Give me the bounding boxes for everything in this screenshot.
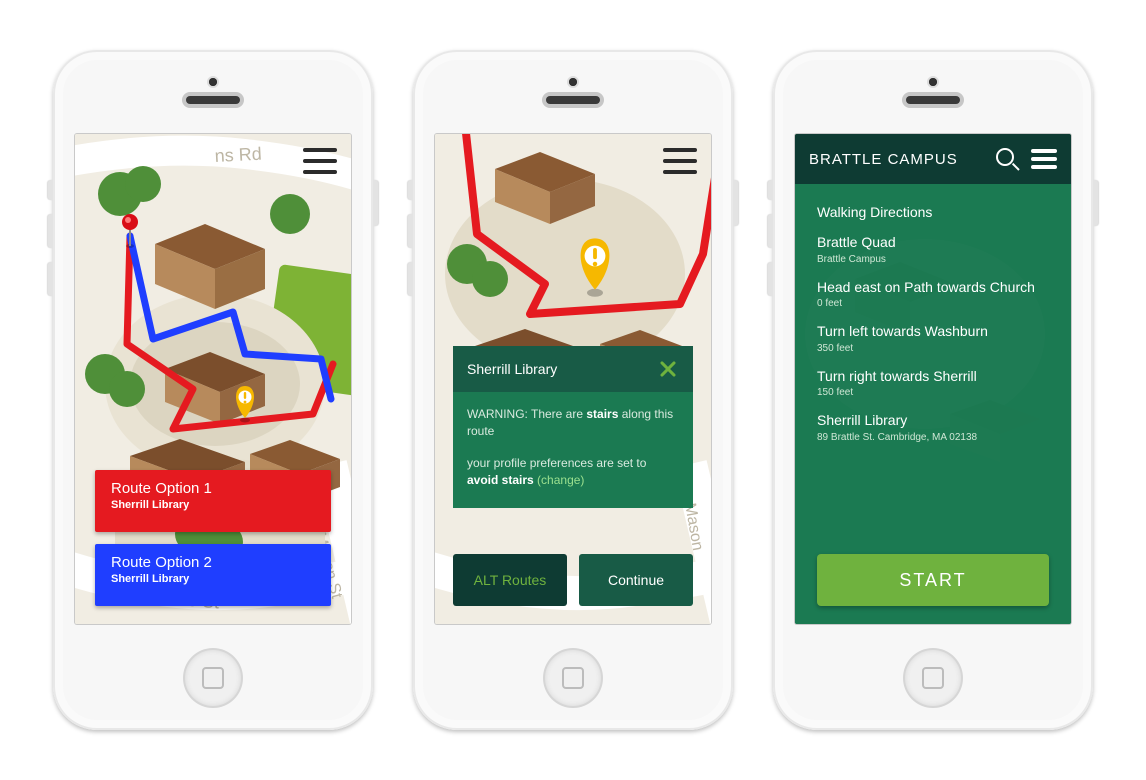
route-title: Route Option 2	[111, 554, 315, 571]
route-subtitle: Sherrill Library	[111, 573, 315, 585]
screen-route-warning: Brattle St Mason	[435, 134, 711, 624]
close-icon[interactable]	[657, 358, 679, 380]
directions-section-title: Walking Directions	[817, 204, 1049, 220]
hamburger-menu-icon[interactable]	[303, 148, 337, 174]
screen-route-options: ns Rd Brattle St Mason St	[75, 134, 351, 624]
warning-sheet: Sherrill Library WARNING: There are stai…	[453, 346, 693, 508]
direction-step: Turn right towards Sherrill 150 feet	[817, 368, 1049, 399]
phone-side-buttons	[408, 180, 413, 310]
change-preferences-link[interactable]: (change)	[537, 473, 584, 487]
phone-speaker	[186, 96, 240, 104]
directions-panel: Walking Directions Brattle Quad Brattle …	[795, 184, 1071, 624]
warning-title: Sherrill Library	[467, 359, 557, 379]
direction-step: Brattle Quad Brattle Campus	[817, 234, 1049, 265]
preference-text: your profile preferences are set to avoi…	[467, 455, 679, 490]
start-button[interactable]: START	[817, 554, 1049, 606]
direction-step: Sherrill Library 89 Brattle St. Cambridg…	[817, 412, 1049, 443]
warning-actions: ALT Routes Continue	[453, 554, 693, 606]
topbar: BRATTLE CAMPUS	[795, 134, 1071, 184]
road-label: ns Rd	[214, 144, 262, 166]
phone-mock-1: ns Rd Brattle St Mason St	[53, 50, 373, 730]
phone-side-buttons	[768, 180, 773, 310]
phone-home-button	[545, 650, 601, 706]
phone-power-button	[1093, 180, 1098, 226]
phone-speaker	[906, 96, 960, 104]
hamburger-menu-icon[interactable]	[1031, 149, 1057, 169]
phone-mock-3: BRATTLE CAMPUS Walking Directions Brattl…	[773, 50, 1093, 730]
route-subtitle: Sherrill Library	[111, 499, 315, 511]
phone-home-button	[905, 650, 961, 706]
route-option-2[interactable]: Route Option 2 Sherrill Library	[95, 544, 331, 606]
phone-power-button	[373, 180, 378, 226]
phone-side-buttons	[48, 180, 53, 310]
continue-button[interactable]: Continue	[579, 554, 693, 606]
page-title: BRATTLE CAMPUS	[809, 151, 983, 168]
route-options-list: Route Option 1 Sherrill Library Route Op…	[95, 470, 331, 606]
route-option-1[interactable]: Route Option 1 Sherrill Library	[95, 470, 331, 532]
warning-header: Sherrill Library	[453, 346, 693, 392]
phone-mock-2: Brattle St Mason	[413, 50, 733, 730]
route-title: Route Option 1	[111, 480, 315, 497]
hamburger-menu-icon[interactable]	[663, 148, 697, 174]
phone-speaker	[546, 96, 600, 104]
search-icon[interactable]	[995, 147, 1019, 171]
warning-text: WARNING: There are stairs along this rou…	[467, 406, 679, 441]
direction-step: Head east on Path towards Church 0 feet	[817, 279, 1049, 310]
screen-walking-directions: BRATTLE CAMPUS Walking Directions Brattl…	[795, 134, 1071, 624]
alt-routes-button[interactable]: ALT Routes	[453, 554, 567, 606]
warning-body: WARNING: There are stairs along this rou…	[453, 392, 693, 508]
direction-step: Turn left towards Washburn 350 feet	[817, 323, 1049, 354]
phone-home-button	[185, 650, 241, 706]
phone-power-button	[733, 180, 738, 226]
